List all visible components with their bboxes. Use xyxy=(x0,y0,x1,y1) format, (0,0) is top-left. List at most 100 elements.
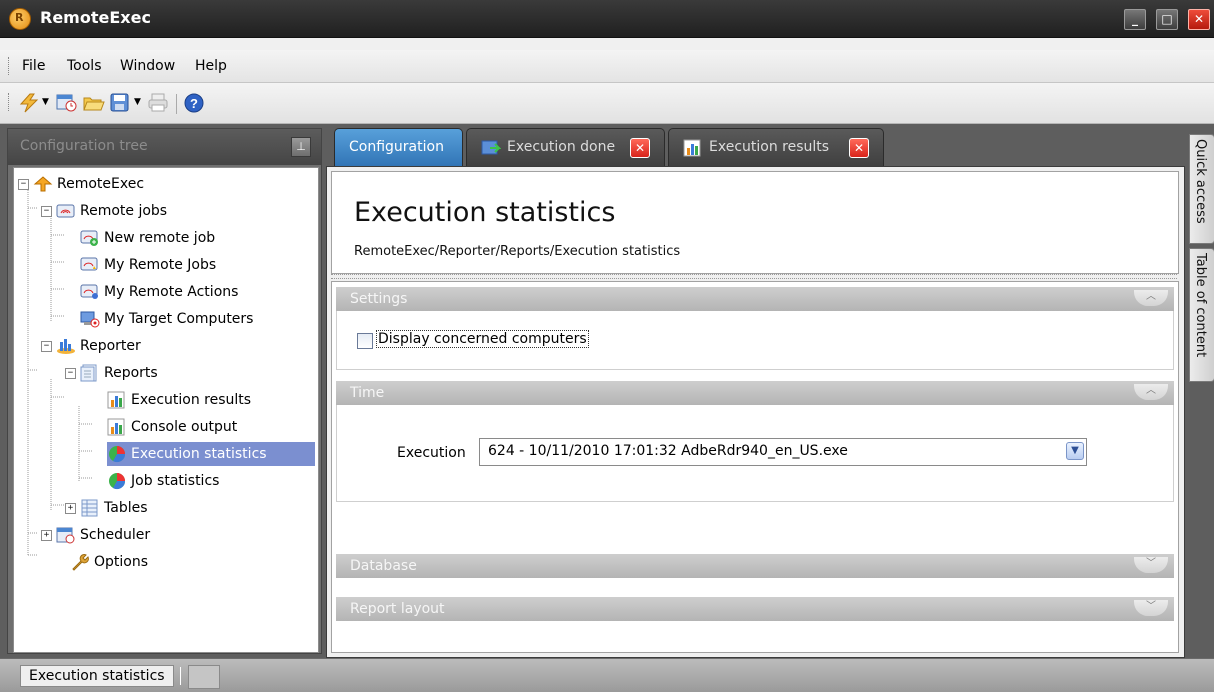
breadcrumb: RemoteExec/Reporter/Reports/Execution st… xyxy=(354,244,681,259)
expand-icon[interactable]: + xyxy=(41,529,52,541)
lightning-dropdown-icon[interactable]: ▼ xyxy=(42,97,49,107)
tree-item-my-target-computers[interactable]: My Target Computers xyxy=(80,307,253,331)
chevron-down-icon[interactable]: ▼ xyxy=(1066,442,1084,460)
reports-icon xyxy=(80,364,100,382)
configuration-tree: − RemoteExec − Remote jobs New remote jo… xyxy=(13,167,319,653)
time-section-body: Execution 624 - 10/11/2010 17:01:32 Adbe… xyxy=(336,405,1174,502)
tree-item-my-remote-actions[interactable]: My Remote Actions xyxy=(80,280,238,304)
menu-window[interactable]: Window xyxy=(120,58,175,74)
section-title: Time xyxy=(350,385,385,401)
save-dropdown-icon[interactable]: ▼ xyxy=(134,97,141,107)
collapse-icon[interactable]: − xyxy=(41,340,52,352)
tree-item-reporter[interactable]: − Reporter xyxy=(41,334,141,358)
section-title: Report layout xyxy=(350,601,445,617)
chevron-up-icon[interactable]: ︿ xyxy=(1134,290,1168,306)
tree-item-label: New remote job xyxy=(104,230,216,246)
tab-execution-results[interactable]: Execution results ✕ xyxy=(668,128,884,167)
display-computers-label[interactable]: Display concerned computers xyxy=(376,330,589,348)
execution-select-value: 624 - 10/11/2010 17:01:32 AdbeRdr940_en_… xyxy=(488,443,848,459)
display-computers-checkbox[interactable] xyxy=(357,333,373,349)
pin-icon[interactable]: ⊥ xyxy=(291,137,311,157)
remoteexec-icon xyxy=(33,175,53,193)
menu-file[interactable]: File xyxy=(22,58,45,74)
database-section-header[interactable]: Database ﹀ xyxy=(336,554,1174,578)
open-folder-icon[interactable] xyxy=(83,93,105,113)
collapse-icon[interactable]: − xyxy=(41,205,52,217)
my-actions-icon xyxy=(80,283,100,301)
section-title: Database xyxy=(350,558,417,574)
title-bar: R RemoteExec _ □ ✕ xyxy=(0,0,1214,38)
sections-panel: Settings ︿ Display concerned computers T… xyxy=(331,281,1179,653)
time-section-header[interactable]: Time ︿ xyxy=(336,381,1174,405)
tree-item-label: Tables xyxy=(104,500,148,516)
tree-item-reports[interactable]: − Reports xyxy=(65,361,158,385)
bar-chart-icon xyxy=(107,418,127,436)
tab-label: Execution done xyxy=(507,139,616,155)
quick-access-label: Quick access xyxy=(1193,139,1208,224)
svg-text:?: ? xyxy=(190,96,198,111)
schedule-icon[interactable] xyxy=(56,93,77,113)
bar-chart-icon xyxy=(683,139,703,161)
close-tab-icon[interactable]: ✕ xyxy=(849,138,869,158)
tree-item-label: Reporter xyxy=(80,338,141,354)
section-title: Settings xyxy=(350,291,408,307)
execution-label: Execution xyxy=(397,445,466,461)
expand-icon[interactable]: + xyxy=(65,502,76,514)
tree-item-options[interactable]: Options xyxy=(70,550,148,574)
reporter-icon xyxy=(56,337,76,355)
tree-item-label: Remote jobs xyxy=(80,203,168,219)
tree-item-execution-statistics[interactable]: Execution statistics xyxy=(107,442,315,466)
configuration-tree-header: Configuration tree ⊥ xyxy=(8,129,321,165)
tree-item-new-remote-job[interactable]: New remote job xyxy=(80,226,215,250)
tree-item-label: Options xyxy=(94,554,149,570)
tree-item-remoteexec[interactable]: − RemoteExec xyxy=(18,172,144,196)
tree-item-execution-results[interactable]: Execution results xyxy=(107,388,251,412)
tree-item-job-statistics[interactable]: Job statistics xyxy=(107,469,219,493)
tree-item-console-output[interactable]: Console output xyxy=(107,415,237,439)
collapse-icon[interactable]: − xyxy=(18,178,29,190)
page-header: Execution statistics RemoteExec/Reporter… xyxy=(331,171,1179,274)
execution-select[interactable]: 624 - 10/11/2010 17:01:32 AdbeRdr940_en_… xyxy=(479,438,1087,466)
app-logo-icon: R xyxy=(9,8,31,30)
tab-label: Execution results xyxy=(709,139,830,155)
wrench-icon xyxy=(70,553,90,571)
scheduler-icon xyxy=(56,526,76,544)
lightning-icon[interactable] xyxy=(18,93,39,113)
close-tab-icon[interactable]: ✕ xyxy=(630,138,650,158)
help-icon[interactable]: ? xyxy=(184,93,204,113)
pie-chart-icon xyxy=(107,445,127,463)
menu-tools[interactable]: Tools xyxy=(67,58,102,74)
save-icon[interactable] xyxy=(110,93,130,113)
close-button[interactable]: ✕ xyxy=(1188,9,1210,30)
menu-help[interactable]: Help xyxy=(195,58,227,74)
minimize-button[interactable]: _ xyxy=(1124,9,1146,30)
print-icon[interactable] xyxy=(148,93,168,113)
toolbar-grip[interactable] xyxy=(8,93,12,111)
tree-item-scheduler[interactable]: + Scheduler xyxy=(41,523,150,547)
execution-done-icon xyxy=(481,139,502,161)
table-of-content-label: Table of content xyxy=(1193,253,1208,358)
tree-item-tables[interactable]: + Tables xyxy=(65,496,148,520)
table-of-content-tab[interactable]: Table of content xyxy=(1189,248,1214,382)
tree-item-label: RemoteExec xyxy=(57,176,145,192)
maximize-button[interactable]: □ xyxy=(1156,9,1178,30)
menu-grip[interactable] xyxy=(8,57,12,75)
new-job-icon xyxy=(80,229,100,247)
toolbar-separator xyxy=(176,94,177,114)
chevron-down-icon[interactable]: ﹀ xyxy=(1134,557,1168,573)
tab-execution-done[interactable]: Execution done ✕ xyxy=(466,128,665,167)
report-layout-section-header[interactable]: Report layout ﹀ xyxy=(336,597,1174,621)
splitter[interactable] xyxy=(331,274,1177,279)
page-title: Execution statistics xyxy=(354,197,616,228)
chevron-down-icon[interactable]: ﹀ xyxy=(1134,600,1168,616)
quick-access-tab[interactable]: Quick access xyxy=(1189,134,1214,244)
tree-item-label: My Remote Jobs xyxy=(104,257,217,273)
tab-configuration[interactable]: Configuration xyxy=(334,128,463,170)
app-title: RemoteExec xyxy=(40,8,151,27)
chevron-up-icon[interactable]: ︿ xyxy=(1134,384,1168,400)
configuration-tree-title: Configuration tree xyxy=(20,138,148,154)
tree-item-my-remote-jobs[interactable]: My Remote Jobs xyxy=(80,253,216,277)
tree-item-remote-jobs[interactable]: − Remote jobs xyxy=(41,199,167,223)
settings-section-header[interactable]: Settings ︿ xyxy=(336,287,1174,311)
collapse-icon[interactable]: − xyxy=(65,367,76,379)
